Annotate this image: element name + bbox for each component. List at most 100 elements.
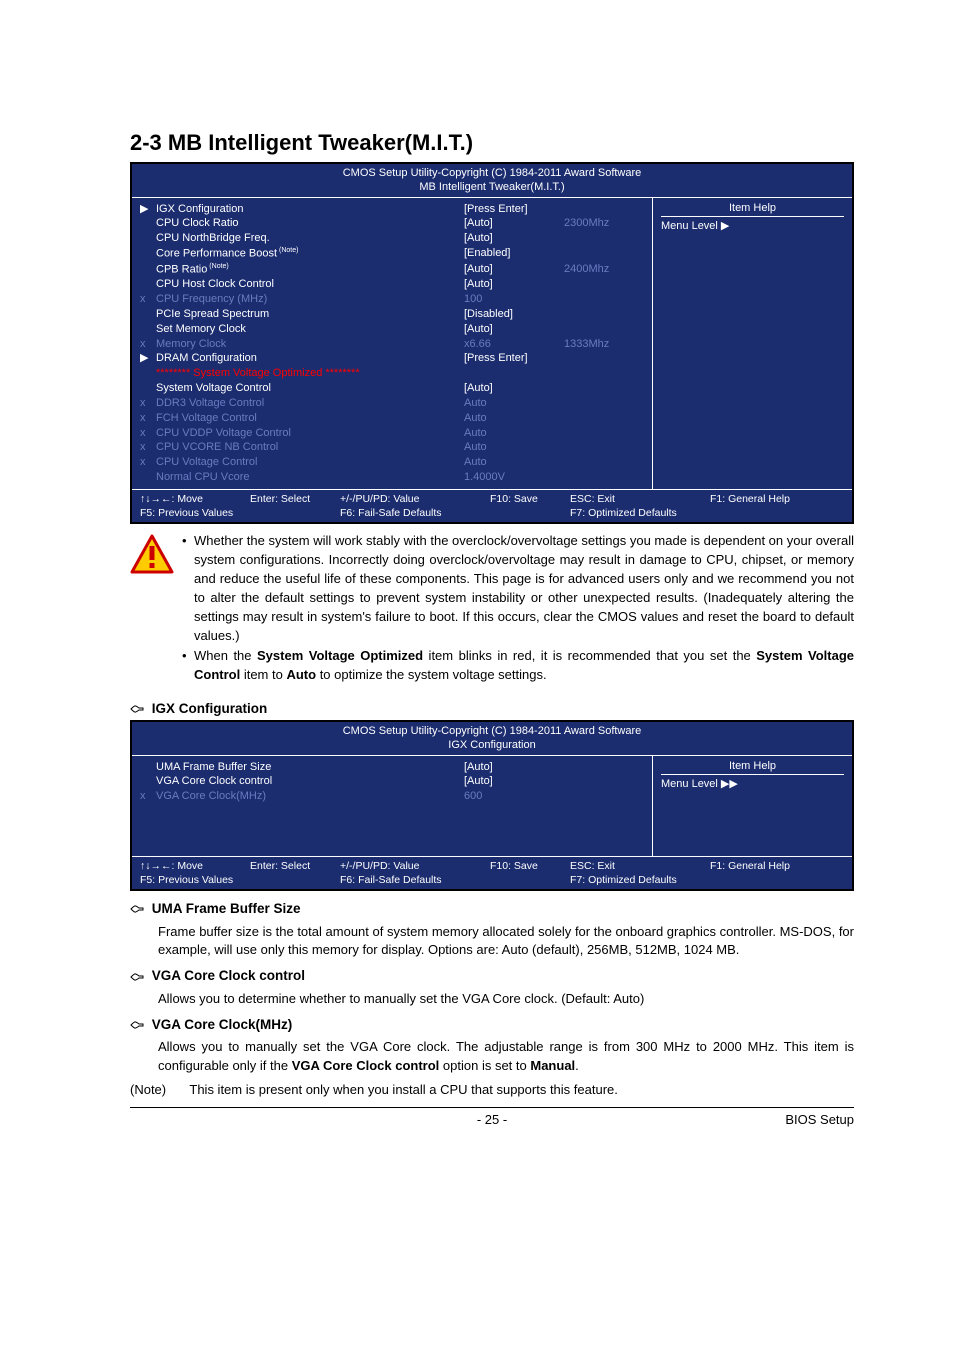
setting-label: CPU VCORE NB Control [156, 440, 464, 455]
uma-description: Frame buffer size is the total amount of… [130, 923, 854, 961]
vcm-post: . [575, 1058, 579, 1073]
setting-extra: 1333Mhz [564, 337, 644, 352]
bios-setting-row: Set Memory Clock[Auto] [140, 322, 644, 337]
bios-screen-mit: CMOS Setup Utility-Copyright (C) 1984-20… [130, 162, 854, 524]
note-text: This item is present only when you insta… [189, 1082, 617, 1097]
disabled-mark [140, 246, 156, 262]
vga-core-clock-mhz-heading: VGA Core Clock(MHz) [130, 1015, 854, 1035]
footer-rule [130, 1107, 854, 1108]
setting-value: 600 [464, 789, 564, 804]
hint-f1: F1: General Help [710, 492, 790, 506]
bios-setting-row: xCPU VDDP Voltage ControlAuto [140, 426, 644, 441]
bios-setting-row: Normal CPU Vcore1.4000V [140, 470, 644, 485]
setting-label: CPU VDDP Voltage Control [156, 426, 464, 441]
setting-extra: 2300Mhz [564, 216, 644, 231]
disabled-mark: x [140, 411, 156, 426]
setting-value: Auto [464, 426, 564, 441]
setting-label: DDR3 Voltage Control [156, 396, 464, 411]
uma-heading: UMA Frame Buffer Size [130, 899, 854, 919]
bios-setting-row: CPB Ratio (Note)[Auto]2400Mhz [140, 262, 644, 278]
setting-extra [564, 789, 644, 804]
setting-extra [564, 277, 644, 292]
setting-value: [Auto] [464, 277, 564, 292]
warn2-b1: System Voltage Optimized [257, 648, 423, 663]
pointer-icon [130, 701, 148, 716]
setting-label: Set Memory Clock [156, 322, 464, 337]
setting-value: [Auto] [464, 760, 564, 775]
setting-value: Auto [464, 455, 564, 470]
setting-extra [564, 322, 644, 337]
warning-item-2: When the System Voltage Optimized item b… [182, 647, 854, 685]
uma-heading-text: UMA Frame Buffer Size [152, 901, 301, 916]
hint-f6: F6: Fail-Safe Defaults [340, 506, 486, 520]
hint-move: ↑↓→←: Move [140, 492, 246, 506]
bios-copyright: CMOS Setup Utility-Copyright (C) 1984-20… [132, 166, 852, 180]
bios-setting-row: CPU Clock Ratio[Auto]2300Mhz [140, 216, 644, 231]
disabled-mark [140, 381, 156, 396]
disabled-mark: x [140, 455, 156, 470]
hint-f10: F10: Save [490, 492, 566, 506]
setting-extra [564, 307, 644, 322]
vcm-b1: VGA Core Clock control [292, 1058, 440, 1073]
setting-value: x6.66 [464, 337, 564, 352]
pointer-icon [130, 1015, 148, 1035]
bios-copyright-2: CMOS Setup Utility-Copyright (C) 1984-20… [132, 724, 852, 738]
igx-configuration-heading: IGX Configuration [130, 701, 854, 716]
setting-value: [Auto] [464, 381, 564, 396]
bios-setting-row: xCPU Frequency (MHz)100 [140, 292, 644, 307]
setting-label: IGX Configuration [156, 202, 464, 217]
bios-setting-row: System Voltage Control[Auto] [140, 381, 644, 396]
vga-core-clock-control-heading: VGA Core Clock control [130, 966, 854, 986]
bios-settings-pane-2: UMA Frame Buffer Size[Auto]VGA Core Cloc… [132, 756, 652, 856]
bios-header: CMOS Setup Utility-Copyright (C) 1984-20… [132, 164, 852, 197]
vcm-heading-text: VGA Core Clock(MHz) [152, 1017, 293, 1032]
bios-page-title: MB Intelligent Tweaker(M.I.T.) [132, 180, 852, 194]
bios-setting-row: xVGA Core Clock(MHz)600 [140, 789, 644, 804]
bios-footer: ↑↓→←: Move F5: Previous Values Enter: Se… [132, 490, 852, 522]
hint2-f1: F1: General Help [710, 859, 790, 873]
disabled-mark [140, 774, 156, 789]
disabled-mark [140, 277, 156, 292]
arrow-icon: ▶ [140, 202, 156, 217]
setting-label: PCIe Spread Spectrum [156, 307, 464, 322]
setting-extra [564, 760, 644, 775]
section-heading: 2-3 MB Intelligent Tweaker(M.I.T.) [130, 130, 854, 156]
setting-label: System Voltage Control [156, 381, 464, 396]
pointer-icon [130, 899, 148, 919]
bios-help-pane-2: Item Help Menu Level ▶▶ [652, 756, 852, 856]
setting-value: 100 [464, 292, 564, 307]
hint2-value: +/-/PU/PD: Value [340, 859, 486, 873]
pointer-icon [130, 966, 148, 986]
menu-level-2: Menu Level ▶▶ [661, 774, 844, 790]
warn2-b3: Auto [286, 667, 316, 682]
setting-extra [564, 774, 644, 789]
setting-label: CPU NorthBridge Freq. [156, 231, 464, 246]
setting-label: DRAM Configuration [156, 351, 464, 366]
igx-heading-text: IGX Configuration [152, 701, 268, 716]
disabled-mark [140, 307, 156, 322]
vcm-b2: Manual [530, 1058, 575, 1073]
setting-label: CPB Ratio (Note) [156, 262, 464, 278]
disabled-mark [140, 470, 156, 485]
setting-extra: 2400Mhz [564, 262, 644, 278]
setting-value: [Press Enter] [464, 351, 564, 366]
item-help-title: Item Help [661, 202, 844, 214]
bios-setting-row: CPU Host Clock Control[Auto] [140, 277, 644, 292]
bios-setting-row: xCPU VCORE NB ControlAuto [140, 440, 644, 455]
setting-extra [564, 470, 644, 485]
bios-settings-pane: ▶IGX Configuration [Press Enter] CPU Clock… [132, 198, 652, 489]
setting-label: CPU Host Clock Control [156, 277, 464, 292]
setting-extra [564, 381, 644, 396]
hint2-f5: F5: Previous Values [140, 873, 246, 887]
setting-value: [Auto] [464, 774, 564, 789]
setting-extra [564, 246, 644, 262]
setting-label: Core Performance Boost (Note) [156, 246, 464, 262]
bios-setting-row: VGA Core Clock control[Auto] [140, 774, 644, 789]
warn2-post: to optimize the system voltage settings. [316, 667, 547, 682]
hint2-move: ↑↓→←: Move [140, 859, 246, 873]
disabled-mark [140, 231, 156, 246]
setting-extra [564, 202, 644, 217]
page-number: - 25 - [130, 1112, 854, 1127]
setting-value: [Auto] [464, 231, 564, 246]
setting-extra [564, 440, 644, 455]
